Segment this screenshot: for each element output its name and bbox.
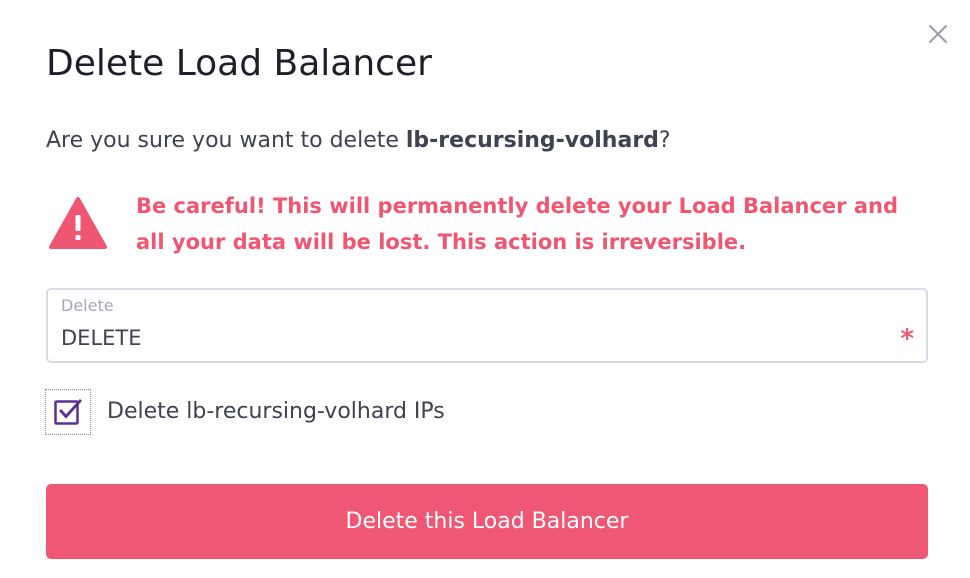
delete-load-balancer-button[interactable]: Delete this Load Balancer xyxy=(46,484,928,559)
required-asterisk: * xyxy=(900,324,914,354)
delete-ips-label[interactable]: Delete lb-recursing-volhard IPs xyxy=(107,397,445,427)
checkbox-checked-icon xyxy=(54,399,82,425)
dialog-title: Delete Load Balancer xyxy=(46,43,432,84)
resource-name: lb-recursing-volhard xyxy=(405,128,659,153)
delete-ips-checkbox[interactable] xyxy=(45,389,91,435)
delete-load-balancer-dialog: Delete Load Balancer Are you sure you wa… xyxy=(0,0,970,578)
warning-triangle-icon xyxy=(49,197,107,249)
close-button[interactable] xyxy=(926,22,950,46)
confirmation-prefix: Are you sure you want to delete xyxy=(46,128,406,153)
warning-message: Be careful! This will permanently delete… xyxy=(136,194,898,254)
confirmation-question: Are you sure you want to delete lb-recur… xyxy=(46,126,671,156)
delete-confirmation-input[interactable] xyxy=(61,324,881,352)
confirmation-suffix: ? xyxy=(658,128,671,153)
delete-field-label: Delete xyxy=(61,296,114,315)
delete-confirmation-field: Delete * xyxy=(46,288,928,363)
close-icon xyxy=(929,25,947,43)
